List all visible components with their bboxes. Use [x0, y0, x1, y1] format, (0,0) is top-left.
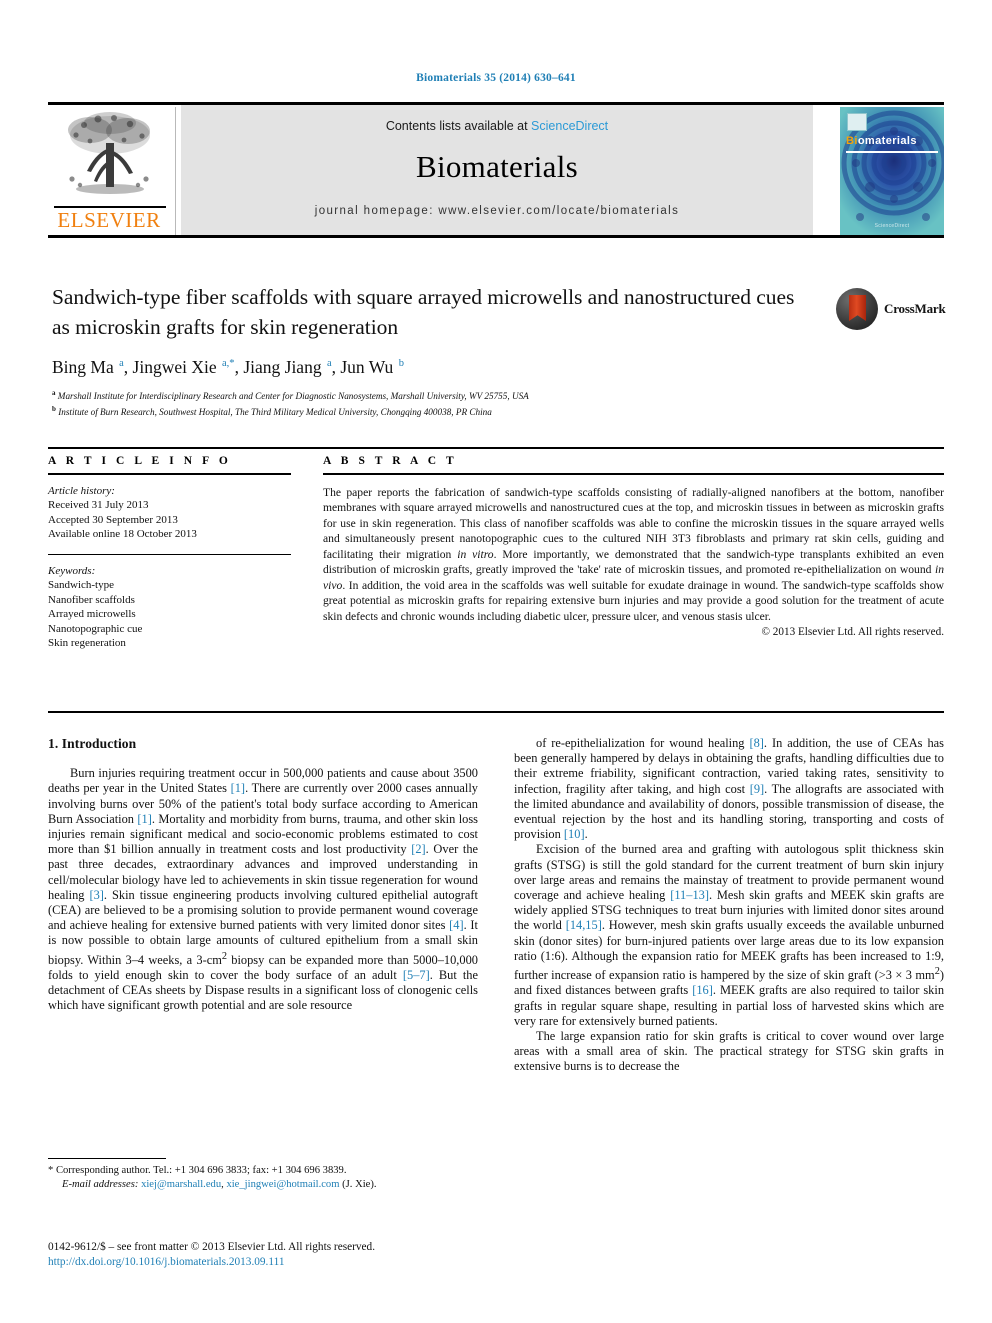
article-history: Article history: Received 31 July 2013 A… [48, 484, 291, 542]
panel-top-rule [48, 447, 944, 449]
keyword-item: Nanofiber scaffolds [48, 593, 135, 606]
email-owner: (J. Xie). [342, 1179, 377, 1191]
affiliation-b-text: Institute of Burn Research, Southwest Ho… [58, 406, 492, 417]
cover-title-accent: Bi [846, 135, 858, 147]
history-item: Received 31 July 2013 [48, 499, 149, 512]
elsevier-tree-icon [68, 112, 150, 194]
history-item: Available online 18 October 2013 [48, 528, 197, 541]
cover-title-rest: omaterials [857, 135, 917, 147]
affiliation-a: a Marshall Institute for Interdisciplina… [52, 389, 529, 402]
crossmark-icon [836, 288, 878, 330]
article-info-separator [48, 553, 291, 555]
contents-prefix: Contents lists available at [385, 119, 532, 133]
corresponding-author-footnote: * Corresponding author. Tel.: +1 304 696… [48, 1158, 478, 1192]
cover-footer-text: ScienceDirect [874, 223, 910, 229]
abstract-rule [323, 473, 944, 475]
keyword-item: Arrayed microwells [48, 608, 136, 621]
crossmark-badge[interactable]: CrossMark [836, 288, 946, 332]
journal-article-page: Biomaterials 35 (2014) 630–641 ELSEVIER … [0, 0, 992, 1323]
abstract-heading: A B S T R A C T [323, 455, 458, 467]
body-column-right: of re-epithelialization for wound healin… [514, 736, 944, 1075]
email-line: E-mail addresses: xiej@marshall.edu, xie… [48, 1178, 478, 1192]
issn-copyright-line: 0142-9612/$ – see front matter © 2013 El… [48, 1241, 376, 1253]
email-link-primary[interactable]: xiej@marshall.edu [141, 1179, 221, 1190]
journal-homepage-link[interactable]: journal homepage: www.elsevier.com/locat… [181, 205, 813, 217]
keyword-item: Skin regeneration [48, 637, 126, 650]
corresponding-author-line: * Corresponding author. Tel.: +1 304 696… [48, 1165, 347, 1177]
keywords-label: Keywords: [48, 564, 96, 577]
page-title: Sandwich-type fiber scaffolds with squar… [52, 285, 795, 339]
contents-available-line: Contents lists available at ScienceDirec… [181, 119, 813, 133]
journal-masthead: ELSEVIER Contents lists available at Sci… [48, 102, 944, 238]
email-label: E-mail addresses: [62, 1179, 139, 1191]
intro-paragraph: Excision of the burned area and grafting… [514, 842, 945, 1028]
article-history-label: Article history: [48, 484, 115, 497]
sciencedirect-link[interactable]: ScienceDirect [531, 119, 608, 133]
elsevier-logo: ELSEVIER [50, 107, 176, 235]
panel-bottom-rule [48, 711, 944, 713]
keyword-item: Nanotopographic cue [48, 622, 143, 635]
cover-publisher-mark [847, 113, 867, 131]
article-info-rule [48, 473, 291, 475]
abstract-column: A B S T R A C T The paper reports the fa… [323, 455, 944, 638]
elsevier-wordmark: ELSEVIER [57, 208, 161, 232]
crossmark-label: CrossMark [884, 301, 946, 316]
running-head: Biomaterials 35 (2014) 630–641 [416, 72, 576, 84]
affiliation-a-text: Marshall Institute for Interdisciplinary… [57, 391, 529, 402]
keywords-group: Keywords: Sandwich-type Nanofiber scaffo… [48, 564, 291, 651]
intro-paragraph: of re-epithelialization for wound healin… [514, 736, 944, 842]
journal-title: Biomaterials [415, 149, 578, 184]
keyword-item: Sandwich-type [48, 579, 114, 592]
masthead-center: Contents lists available at ScienceDirec… [181, 105, 813, 235]
affiliation-b: b Institute of Burn Research, Southwest … [52, 404, 492, 417]
title-block: Sandwich-type fiber scaffolds with squar… [52, 282, 812, 418]
crossmark-ribbon-icon [849, 295, 866, 321]
abstract-text: The paper reports the fabrication of san… [323, 485, 944, 623]
cover-title-rule [846, 151, 938, 153]
intro-paragraph: The large expansion ratio for skin graft… [514, 1028, 944, 1074]
abstract-copyright: © 2013 Elsevier Ltd. All rights reserved… [761, 626, 945, 639]
footnote-rule [48, 1158, 166, 1160]
body-column-left: 1. Introduction Burn injuries requiring … [48, 736, 478, 1014]
history-item: Accepted 30 September 2013 [48, 513, 178, 526]
affiliations: a Marshall Institute for Interdisciplina… [52, 387, 812, 418]
section-heading-introduction: 1. Introduction [48, 736, 137, 751]
article-info-heading: A R T I C L E I N F O [48, 455, 232, 467]
intro-paragraph: Burn injuries requiring treatment occur … [48, 766, 479, 1013]
footnote-text: * Corresponding author. Tel.: +1 304 696… [48, 1164, 478, 1192]
email-link-secondary[interactable]: xie_jingwei@hotmail.com [226, 1179, 339, 1190]
cover-journal-title: Biomaterials [846, 135, 917, 147]
journal-cover-thumbnail: Biomaterials ScienceDirect [840, 107, 944, 235]
article-info-column: A R T I C L E I N F O Article history: R… [48, 455, 291, 651]
masthead-bottom-rule [48, 235, 944, 238]
author-list: Bing Ma a, Jingwei Xie a,*, Jiang Jiang … [52, 357, 404, 377]
doi-link[interactable]: http://dx.doi.org/10.1016/j.biomaterials… [48, 1255, 608, 1270]
imprint-block: 0142-9612/$ – see front matter © 2013 El… [48, 1240, 608, 1270]
